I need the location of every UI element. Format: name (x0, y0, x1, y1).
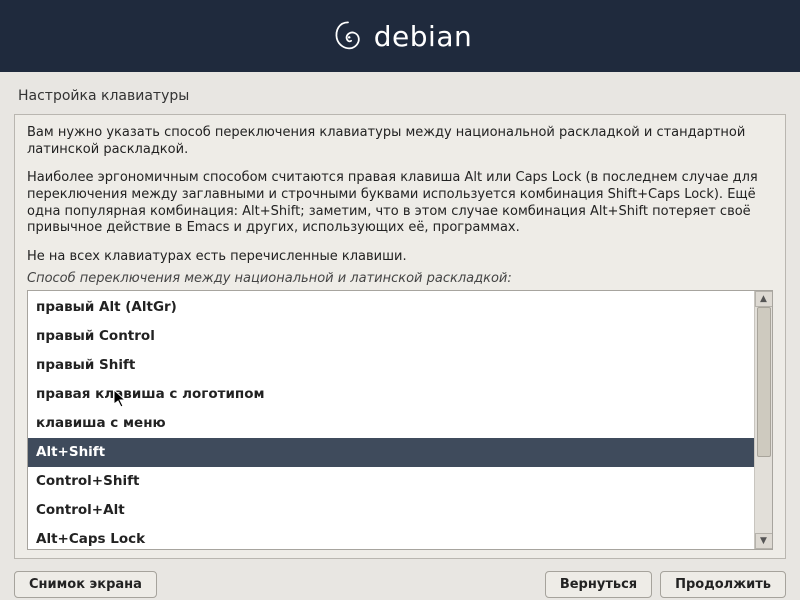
footer-spacer (165, 571, 537, 598)
installer-header: debian (0, 0, 800, 72)
brand-text: debian (374, 20, 472, 53)
list-prompt: Способ переключения между национальной и… (27, 271, 773, 286)
debian-logo: debian (328, 16, 472, 56)
debian-swirl-icon (328, 16, 368, 56)
description-block: Вам нужно указать способ переключения кл… (27, 125, 773, 271)
back-button[interactable]: Вернуться (545, 571, 652, 598)
screenshot-button[interactable]: Снимок экрана (14, 571, 157, 598)
main-panel: Вам нужно указать способ переключения кл… (14, 114, 786, 559)
desc-paragraph-3: Не на всех клавиатурах есть перечисленны… (27, 249, 773, 266)
list-item[interactable]: Control+Alt (28, 496, 754, 525)
continue-button[interactable]: Продолжить (660, 571, 786, 598)
list-item[interactable]: Alt+Caps Lock (28, 525, 754, 549)
scroll-down-icon[interactable]: ▼ (755, 533, 773, 549)
desc-paragraph-1: Вам нужно указать способ переключения кл… (27, 125, 773, 158)
list-item[interactable]: правый Control (28, 322, 754, 351)
scroll-up-icon[interactable]: ▲ (755, 291, 773, 307)
list-item[interactable]: клавиша с меню (28, 409, 754, 438)
desc-paragraph-2: Наиболее эргономичным способом считаются… (27, 170, 773, 237)
scrollbar[interactable]: ▲ ▼ (754, 291, 772, 549)
footer-bar: Снимок экрана Вернуться Продолжить (0, 559, 800, 598)
scroll-track[interactable] (755, 307, 772, 533)
scroll-thumb[interactable] (757, 307, 771, 457)
list-item[interactable]: Alt+Shift (28, 438, 754, 467)
page-title: Настройка клавиатуры (0, 72, 800, 114)
options-list[interactable]: правый Alt (AltGr)правый Controlправый S… (28, 291, 754, 549)
list-item[interactable]: правая клавиша с логотипом (28, 380, 754, 409)
list-item[interactable]: Control+Shift (28, 467, 754, 496)
list-item[interactable]: правый Shift (28, 351, 754, 380)
list-item[interactable]: правый Alt (AltGr) (28, 293, 754, 322)
options-list-wrap: правый Alt (AltGr)правый Controlправый S… (27, 290, 773, 550)
